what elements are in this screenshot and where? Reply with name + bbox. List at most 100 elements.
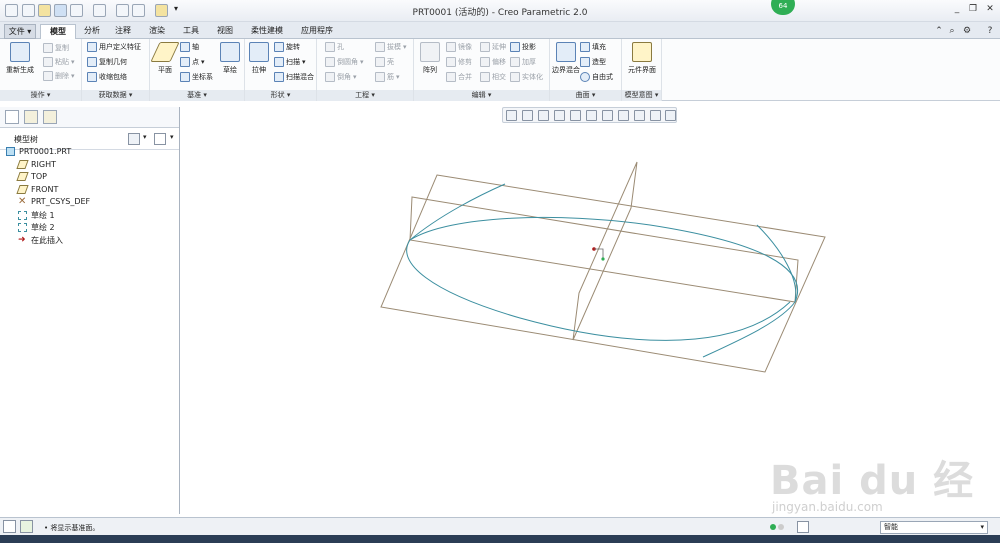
group-label-editing[interactable]: 编辑 ▾ xyxy=(414,90,549,101)
style-button[interactable]: 造型 xyxy=(580,57,606,67)
thicken-button[interactable]: 加厚 xyxy=(510,57,536,67)
swept-blend-button[interactable]: 扫描混合 xyxy=(274,72,314,82)
browser-toggle-icon[interactable] xyxy=(20,520,33,533)
search-icon[interactable]: ⌕ xyxy=(947,26,957,36)
sketch-curve-arc-right[interactable] xyxy=(756,224,797,303)
sketch-curve-arc-upper-left[interactable] xyxy=(409,183,506,241)
solidify-button[interactable]: 实体化 xyxy=(510,72,543,82)
hole-button[interactable]: 孔 xyxy=(325,42,344,52)
component-interface-button[interactable]: 元件界面 xyxy=(625,42,659,75)
close-icon[interactable]: ✕ xyxy=(985,4,995,14)
shell-button[interactable]: 壳 xyxy=(375,57,394,67)
tab-file[interactable]: 文件 ▾ xyxy=(4,24,36,39)
group-label-get-data[interactable]: 获取数据 ▾ xyxy=(82,90,149,101)
perspective-view-icon[interactable] xyxy=(618,110,629,121)
tab-view[interactable]: 视图 xyxy=(210,24,240,39)
tab-model[interactable]: 模型 xyxy=(40,24,76,39)
rib-button[interactable]: 筋 ▾ xyxy=(375,72,400,82)
sketch-curve-ellipse-top[interactable] xyxy=(409,216,799,303)
extend-button[interactable]: 延伸 xyxy=(480,42,506,52)
group-label-surfaces[interactable]: 曲面 ▾ xyxy=(550,90,621,101)
axis-button[interactable]: 轴 xyxy=(180,42,199,52)
plane-button[interactable]: 平面 xyxy=(150,42,180,75)
mirror-button[interactable]: 镜像 xyxy=(446,42,472,52)
csys-axes-marker[interactable] xyxy=(594,248,604,260)
model-tree-tab-icon[interactable] xyxy=(5,110,19,124)
merge-button[interactable]: 合并 xyxy=(446,72,472,82)
tab-applications[interactable]: 应用程序 xyxy=(294,24,340,39)
sketch-curve-arc-lower-right[interactable] xyxy=(702,301,796,358)
spin-center-icon[interactable] xyxy=(665,110,676,121)
tree-item-csys[interactable]: ✕ PRT_CSYS_DEF xyxy=(18,197,90,207)
boundary-blend-button[interactable]: 边界混合 xyxy=(552,42,580,75)
tree-item-sketch-2[interactable]: 草绘 2 xyxy=(18,222,55,233)
tab-analysis[interactable]: 分析 xyxy=(78,24,106,39)
intersect-button[interactable]: 相交 xyxy=(480,72,506,82)
regenerate-button[interactable]: 重新生成 xyxy=(3,42,37,75)
help-icon[interactable]: ? xyxy=(985,26,995,36)
tree-filters-dropdown-icon[interactable]: ▾ xyxy=(170,133,174,141)
draft-button[interactable]: 拔模 ▾ xyxy=(375,42,407,52)
shrinkwrap-button[interactable]: 收缩包络 xyxy=(87,72,127,82)
settings-icon[interactable]: ⚙ xyxy=(962,26,972,36)
tree-item-right[interactable]: RIGHT xyxy=(16,160,56,169)
zoom-out-icon[interactable] xyxy=(538,110,549,121)
point-button[interactable]: 点 ▾ xyxy=(180,57,205,67)
round-button[interactable]: 倒圆角 ▾ xyxy=(325,57,364,67)
offset-button[interactable]: 偏移 xyxy=(480,57,506,67)
selection-filter-select[interactable]: 智能 ▾ xyxy=(880,521,988,534)
delete-button[interactable]: 删除 ▾ xyxy=(43,71,75,81)
group-label-operations[interactable]: 操作 ▾ xyxy=(0,90,81,101)
folder-browser-tab-icon[interactable] xyxy=(24,110,38,124)
smart-select-icon[interactable] xyxy=(797,521,809,533)
pattern-button[interactable]: 阵列 xyxy=(416,42,444,75)
extrude-button[interactable]: 拉伸 xyxy=(245,42,273,75)
csys-origin-marker[interactable] xyxy=(592,247,596,251)
paste-button[interactable]: 粘贴 ▾ xyxy=(43,57,75,67)
udf-button[interactable]: 用户定义特征 xyxy=(87,42,141,52)
tab-render[interactable]: 渲染 xyxy=(142,24,172,39)
group-label-engineering[interactable]: 工程 ▾ xyxy=(317,90,413,101)
sketch-point-marker[interactable] xyxy=(601,257,605,261)
datum-plane-right[interactable] xyxy=(572,161,638,341)
group-label-model-intent[interactable]: 模型意图 ▾ xyxy=(622,90,661,101)
tree-item-insert-here[interactable]: ➜ 在此插入 xyxy=(18,235,63,246)
tree-item-front[interactable]: FRONT xyxy=(16,185,58,194)
tree-item-top[interactable]: TOP xyxy=(16,172,47,181)
chamfer-button[interactable]: 倒角 ▾ xyxy=(325,72,357,82)
refit-icon[interactable] xyxy=(506,110,517,121)
tree-item-part[interactable]: PRT0001.PRT xyxy=(6,147,71,156)
tree-settings-icon[interactable] xyxy=(128,133,140,145)
restore-icon[interactable]: ❐ xyxy=(968,4,978,14)
view-manager-icon[interactable] xyxy=(602,110,613,121)
copy-button[interactable]: 复制 xyxy=(43,43,69,53)
tree-filters-icon[interactable] xyxy=(154,133,166,145)
repaint-icon[interactable] xyxy=(554,110,565,121)
minimize-ribbon-icon[interactable]: ⌃ xyxy=(934,26,944,36)
datum-display-filters-icon[interactable] xyxy=(634,110,645,121)
group-label-shapes[interactable]: 形状 ▾ xyxy=(245,90,316,101)
revolve-button[interactable]: 旋转 xyxy=(274,42,300,52)
fill-button[interactable]: 填充 xyxy=(580,42,606,52)
copy-geometry-button[interactable]: 复制几何 xyxy=(87,57,127,67)
tab-annotate[interactable]: 注释 xyxy=(108,24,138,39)
project-button[interactable]: 投影 xyxy=(510,42,536,52)
navigator-toggle-icon[interactable] xyxy=(3,520,16,533)
tab-tools[interactable]: 工具 xyxy=(176,24,206,39)
tab-flexible-modeling[interactable]: 柔性建模 xyxy=(244,24,290,39)
saved-orientations-icon[interactable] xyxy=(586,110,597,121)
tree-item-sketch-1[interactable]: 草绘 1 xyxy=(18,210,55,221)
sketch-button[interactable]: 草绘 xyxy=(217,42,243,75)
group-label-datum[interactable]: 基准 ▾ xyxy=(150,90,244,101)
csys-button[interactable]: 坐标系 xyxy=(180,72,213,82)
trim-button[interactable]: 修剪 xyxy=(446,57,472,67)
annotation-display-icon[interactable] xyxy=(650,110,661,121)
sketch-curve-ellipse-bottom[interactable] xyxy=(406,239,791,341)
datum-plane-front[interactable] xyxy=(409,196,799,303)
sweep-button[interactable]: 扫描 ▾ xyxy=(274,57,306,67)
minimize-icon[interactable]: _ xyxy=(952,4,962,14)
freestyle-button[interactable]: 自由式 xyxy=(580,72,613,82)
favorites-tab-icon[interactable] xyxy=(43,110,57,124)
zoom-in-icon[interactable] xyxy=(522,110,533,121)
tree-settings-dropdown-icon[interactable]: ▾ xyxy=(143,133,147,141)
